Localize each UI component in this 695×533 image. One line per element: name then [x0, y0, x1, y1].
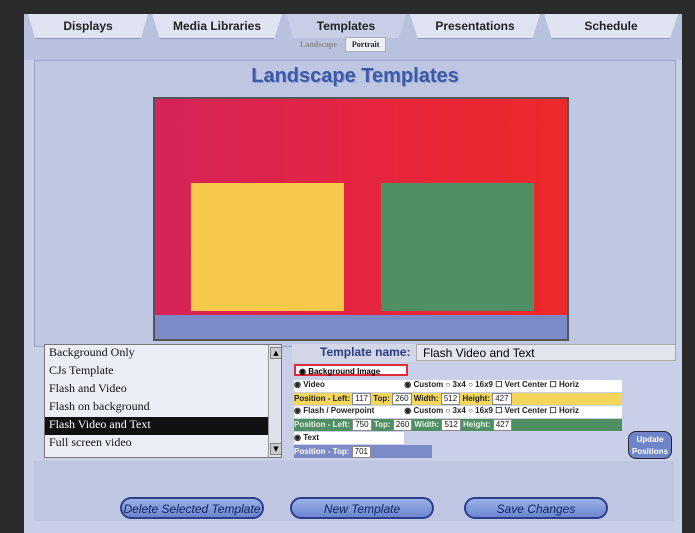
- video-horiz-checkbox[interactable]: ☐ Horiz: [550, 380, 579, 389]
- app-window: Displays Media Libraries Templates Prese…: [24, 14, 682, 533]
- flash-label: Flash / Powerpoint: [303, 406, 375, 415]
- page-title: Landscape Templates: [251, 65, 459, 87]
- text-option-row[interactable]: ◉ Text: [294, 432, 404, 444]
- video-radio[interactable]: ◉ Video: [294, 380, 402, 389]
- flash-top-label: Top:: [373, 420, 391, 430]
- video-label: Video: [303, 380, 325, 389]
- background-image-option[interactable]: ◉ Background Image: [294, 364, 408, 376]
- flash-custom-label: Custom: [413, 406, 444, 415]
- flash-3x4-label: 3x4: [452, 406, 466, 415]
- text-position-row: Position - Top: 701: [294, 445, 432, 458]
- flash-width-input[interactable]: 512: [441, 419, 461, 431]
- flash-width-label: Width:: [414, 420, 440, 430]
- update-positions-button[interactable]: Update Positions: [628, 431, 672, 459]
- video-vert-center-label: Vert Center: [504, 380, 548, 389]
- bottom-actions: Delete Selected Template New Template Sa…: [34, 461, 674, 521]
- flash-radio[interactable]: ◉ Flash / Powerpoint: [294, 406, 402, 415]
- scroll-up-icon[interactable]: ▲: [270, 347, 281, 359]
- flash-left-input[interactable]: 750: [352, 419, 372, 431]
- video-custom-label: Custom: [413, 380, 444, 389]
- video-height-input[interactable]: 427: [492, 393, 512, 405]
- flash-height-input[interactable]: 427: [492, 419, 513, 431]
- flash-16x9-label: 16x9: [475, 406, 493, 415]
- list-item[interactable]: Background Only: [45, 345, 281, 363]
- flash-3x4-radio[interactable]: ○ 3x4: [445, 406, 465, 415]
- text-label: Text: [303, 433, 320, 442]
- flash-vert-center-label: Vert Center: [504, 406, 548, 415]
- video-3x4-label: 3x4: [452, 380, 466, 389]
- flash-height-label: Height:: [463, 420, 491, 430]
- subtab-portrait[interactable]: Portrait: [344, 37, 387, 52]
- flash-16x9-radio[interactable]: ○ 16x9: [468, 406, 493, 415]
- save-changes-button[interactable]: Save Changes: [464, 497, 608, 519]
- video-width-input[interactable]: 512: [440, 393, 461, 405]
- video-3x4-radio[interactable]: ○ 3x4: [445, 380, 465, 389]
- video-height-label: Height:: [462, 394, 490, 404]
- video-left-input[interactable]: 117: [352, 393, 371, 405]
- template-preview: [153, 97, 569, 341]
- list-scrollbar[interactable]: ▲ ▼: [268, 345, 281, 457]
- template-name-label: Template name:: [320, 345, 411, 359]
- flash-position-label: Position - Left:: [294, 420, 350, 430]
- delete-template-button[interactable]: Delete Selected Template: [120, 497, 264, 519]
- flash-option-row: ◉ Flash / Powerpoint ◉ Custom ○ 3x4 ○ 16…: [294, 406, 622, 418]
- orientation-subtabs: Landscape Portrait: [294, 37, 387, 53]
- scroll-down-icon[interactable]: ▼: [270, 443, 281, 455]
- flash-top-input[interactable]: 260: [392, 419, 413, 431]
- list-item[interactable]: Full screen video: [45, 435, 281, 453]
- video-vert-center-checkbox[interactable]: ☐ Vert Center: [495, 380, 547, 389]
- video-horiz-label: Horiz: [558, 380, 579, 389]
- video-16x9-radio[interactable]: ○ 16x9: [468, 380, 493, 389]
- tab-presentations[interactable]: Presentations: [410, 14, 540, 39]
- template-name-bar: Template name: Flash Video and Text: [292, 344, 676, 362]
- list-item[interactable]: CJs Template: [45, 363, 281, 381]
- tab-templates[interactable]: Templates: [286, 14, 406, 38]
- list-item-selected[interactable]: Flash Video and Text: [45, 417, 281, 435]
- video-top-label: Top:: [373, 394, 390, 404]
- text-region[interactable]: [155, 315, 567, 339]
- flash-custom-radio[interactable]: ◉ Custom: [404, 406, 443, 415]
- video-top-input[interactable]: 260: [392, 393, 412, 405]
- new-template-button[interactable]: New Template: [290, 497, 434, 519]
- template-list[interactable]: Background Only CJs Template Flash and V…: [44, 344, 282, 458]
- video-custom-radio[interactable]: ◉ Custom: [404, 380, 443, 389]
- tab-schedule[interactable]: Schedule: [544, 14, 678, 39]
- video-position-label: Position - Left:: [294, 394, 350, 404]
- list-item[interactable]: Flash and Video: [45, 381, 281, 399]
- flash-horiz-label: Horiz: [558, 406, 579, 415]
- flash-position-row: Position - Left: 750 Top: 260 Width: 512…: [294, 419, 622, 431]
- template-preview-panel: Landscape Templates: [34, 60, 676, 347]
- video-16x9-label: 16x9: [475, 380, 493, 389]
- text-top-input[interactable]: 701: [351, 445, 371, 458]
- tab-displays[interactable]: Displays: [28, 14, 148, 39]
- flash-region[interactable]: [381, 183, 534, 311]
- list-item[interactable]: Flash on background: [45, 399, 281, 417]
- flash-vert-center-checkbox[interactable]: ☐ Vert Center: [495, 406, 547, 415]
- tab-media-libraries[interactable]: Media Libraries: [152, 14, 282, 39]
- video-option-row: ◉ Video ◉ Custom ○ 3x4 ○ 16x9 ☐ Vert Cen…: [294, 380, 622, 392]
- main-tabbar: Displays Media Libraries Templates Prese…: [24, 14, 682, 60]
- video-region[interactable]: [191, 183, 344, 311]
- subtab-landscape[interactable]: Landscape: [294, 38, 343, 51]
- template-name-field[interactable]: Flash Video and Text: [416, 344, 676, 361]
- text-position-label: Position - Top:: [294, 447, 350, 456]
- flash-horiz-checkbox[interactable]: ☐ Horiz: [550, 406, 579, 415]
- video-width-label: Width:: [413, 394, 439, 404]
- video-position-row: Position - Left: 117 Top: 260 Width: 512…: [294, 393, 622, 405]
- background-image-label: Background Image: [308, 367, 381, 376]
